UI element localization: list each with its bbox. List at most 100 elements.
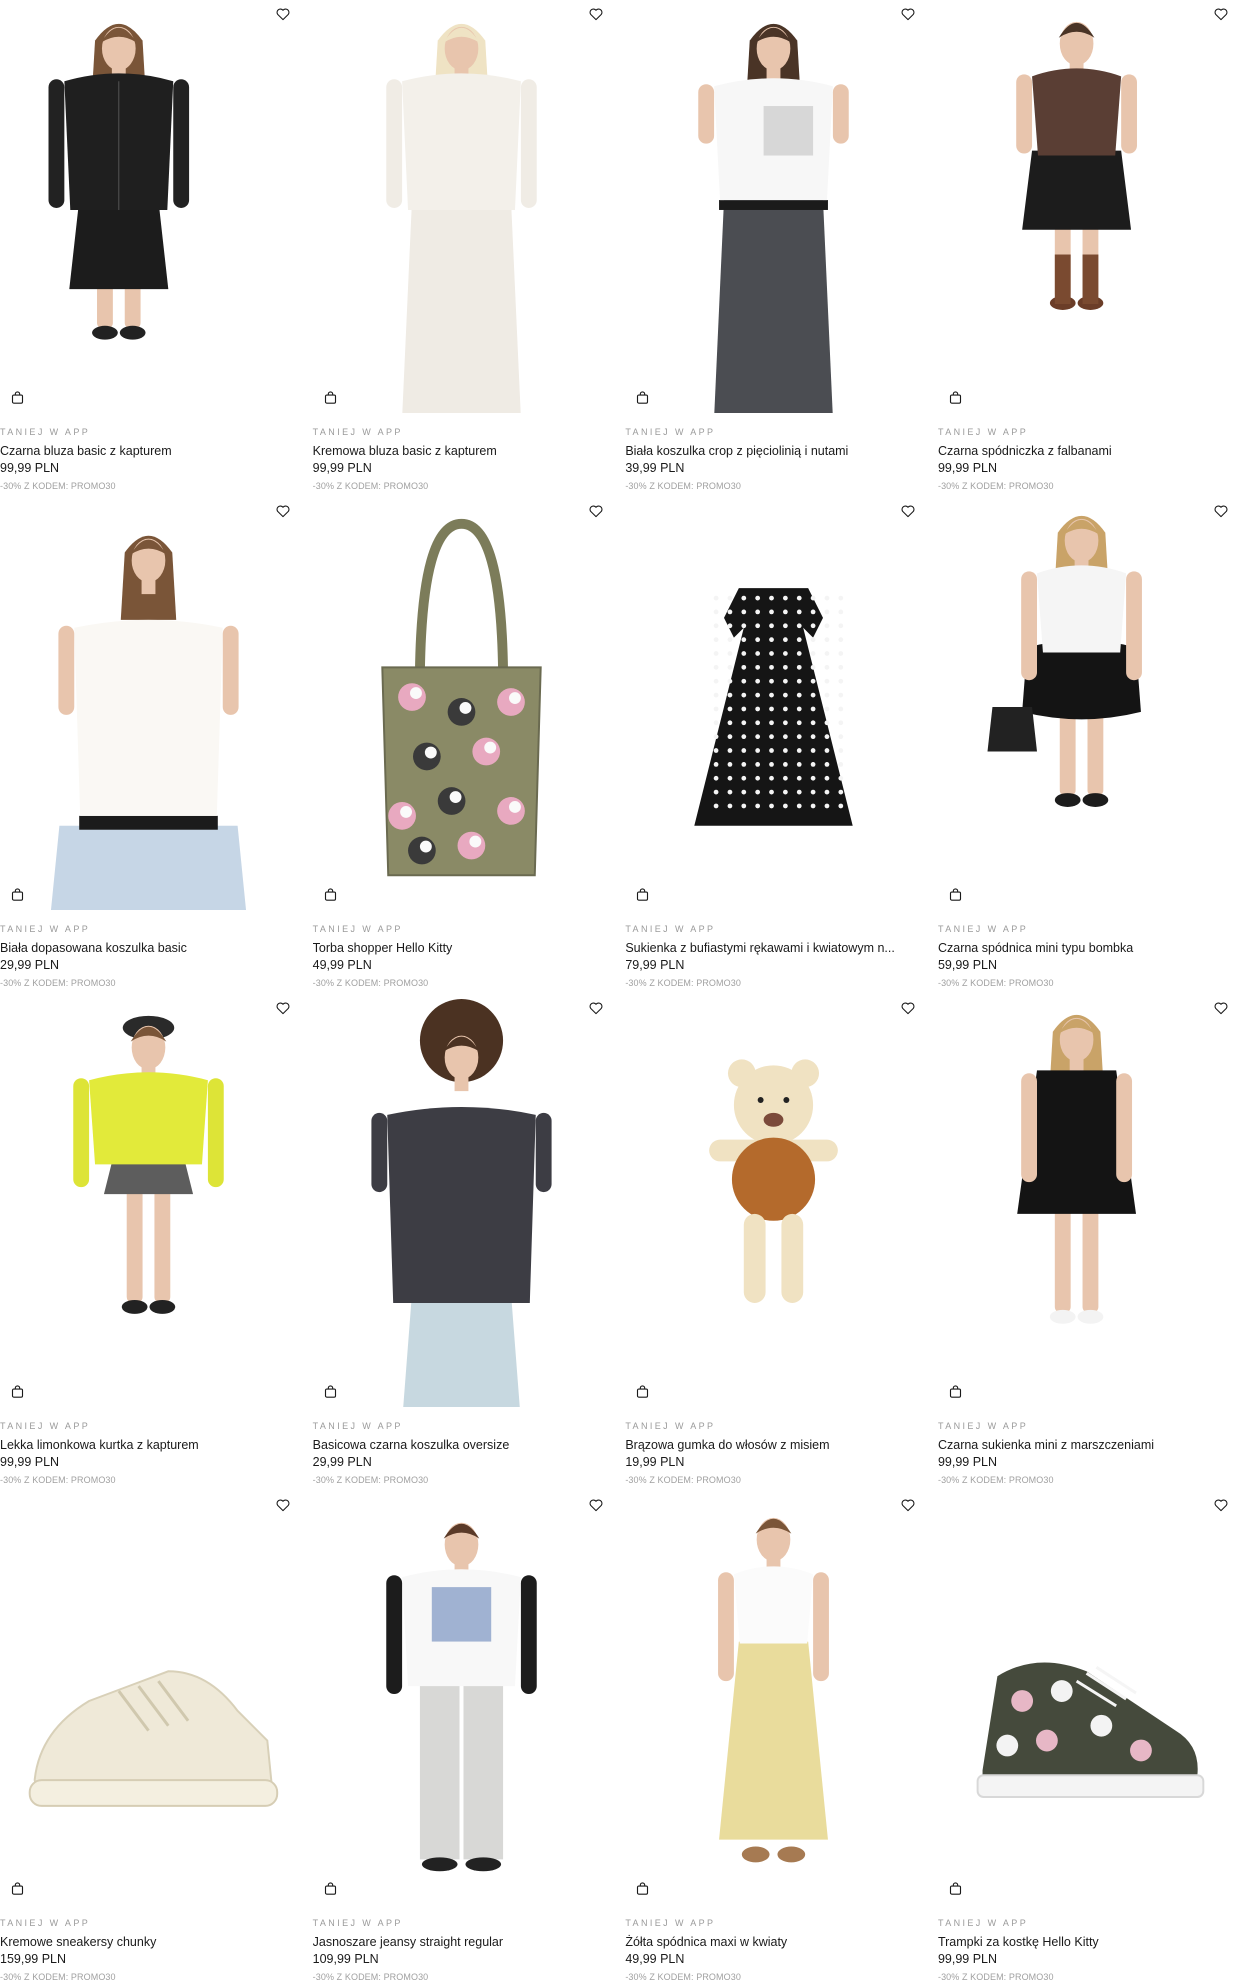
- product-card[interactable]: TANIEJ W APP Lekka limonkowa kurtka z ka…: [0, 994, 297, 1491]
- product-image[interactable]: [0, 497, 297, 910]
- product-info: TANIEJ W APP Czarna spódnica mini typu b…: [938, 910, 1235, 990]
- heart-outline-icon[interactable]: [588, 503, 604, 519]
- shopping-bag-icon[interactable]: [323, 887, 338, 902]
- promo-code-text: -30% Z KODEM: PROMO30: [937, 978, 1054, 988]
- product-name[interactable]: Czarna spódnica mini typu bombka: [938, 940, 1235, 957]
- product-info: TANIEJ W APP Czarna spódniczka z falbana…: [938, 413, 1235, 493]
- product-name[interactable]: Brązowa gumka do włosów z misiem: [625, 1437, 922, 1454]
- product-card[interactable]: TANIEJ W APP Czarna bluza basic z kaptur…: [0, 0, 297, 497]
- product-price: 29,99 PLN: [312, 1455, 372, 1469]
- app-promo-tag: TANIEJ W APP: [312, 1421, 403, 1431]
- promo-code-text: -30% Z KODEM: PROMO30: [312, 481, 429, 491]
- shopping-bag-icon[interactable]: [948, 390, 963, 405]
- product-image[interactable]: [937, 497, 1235, 910]
- shopping-bag-icon[interactable]: [635, 390, 650, 405]
- product-image[interactable]: [625, 1491, 923, 1904]
- shopping-bag-icon[interactable]: [948, 1881, 963, 1896]
- product-image[interactable]: [625, 0, 923, 413]
- app-promo-tag: TANIEJ W APP: [625, 1918, 716, 1928]
- product-card[interactable]: TANIEJ W APP Czarna sukienka mini z mars…: [937, 994, 1235, 1491]
- product-card[interactable]: TANIEJ W APP Brązowa gumka do włosów z m…: [625, 994, 923, 1491]
- heart-outline-icon[interactable]: [275, 1000, 291, 1016]
- product-photo: [73, 1015, 224, 1314]
- heart-outline-icon[interactable]: [1213, 1497, 1229, 1513]
- heart-outline-icon[interactable]: [588, 1000, 604, 1016]
- heart-outline-icon[interactable]: [900, 6, 916, 22]
- product-name[interactable]: Jasnoszare jeansy straight regular: [313, 1934, 610, 1951]
- product-name[interactable]: Torba shopper Hello Kitty: [313, 940, 610, 957]
- heart-outline-icon[interactable]: [1213, 6, 1229, 22]
- shopping-bag-icon[interactable]: [10, 390, 25, 405]
- product-card[interactable]: TANIEJ W APP Czarna spódniczka z falbana…: [937, 0, 1235, 497]
- product-name[interactable]: Basicowa czarna koszulka oversize: [313, 1437, 610, 1454]
- product-image[interactable]: [937, 0, 1235, 413]
- product-card[interactable]: TANIEJ W APP Żółta spódnica maxi w kwiat…: [625, 1491, 923, 1988]
- app-promo-tag: TANIEJ W APP: [625, 427, 716, 437]
- product-name[interactable]: Lekka limonkowa kurtka z kapturem: [0, 1437, 297, 1454]
- product-name[interactable]: Żółta spódnica maxi w kwiaty: [625, 1934, 922, 1951]
- product-name[interactable]: Kremowe sneakersy chunky: [0, 1934, 297, 1951]
- product-name[interactable]: Czarna sukienka mini z marszczeniami: [938, 1437, 1235, 1454]
- product-name[interactable]: Sukienka z bufiastymi rękawami i kwiatow…: [625, 940, 922, 957]
- product-image[interactable]: [312, 497, 610, 910]
- product-name[interactable]: Czarna spódniczka z falbanami: [938, 443, 1235, 460]
- heart-outline-icon[interactable]: [1213, 1000, 1229, 1016]
- heart-outline-icon[interactable]: [1213, 503, 1229, 519]
- shopping-bag-icon[interactable]: [323, 1881, 338, 1896]
- heart-outline-icon[interactable]: [588, 6, 604, 22]
- product-name[interactable]: Biała koszulka crop z pięciolinią i nuta…: [625, 443, 922, 460]
- product-image[interactable]: [0, 1491, 297, 1904]
- shopping-bag-icon[interactable]: [635, 1384, 650, 1399]
- product-card[interactable]: TANIEJ W APP Jasnoszare jeansy straight …: [312, 1491, 610, 1988]
- heart-outline-icon[interactable]: [900, 1497, 916, 1513]
- product-card[interactable]: TANIEJ W APP Biała koszulka crop z pięci…: [625, 0, 923, 497]
- product-photo: [385, 1522, 537, 1872]
- product-name[interactable]: Czarna bluza basic z kapturem: [0, 443, 297, 460]
- product-photo: [371, 999, 552, 1407]
- product-info: TANIEJ W APP Żółta spódnica maxi w kwiat…: [625, 1904, 922, 1984]
- product-card[interactable]: TANIEJ W APP Biała dopasowana koszulka b…: [0, 497, 297, 994]
- product-card[interactable]: TANIEJ W APP Kremowa bluza basic z kaptu…: [312, 0, 610, 497]
- promo-code-text: -30% Z KODEM: PROMO30: [625, 1972, 741, 1982]
- product-card[interactable]: TANIEJ W APP Kremowe sneakersy chunky 15…: [0, 1491, 297, 1988]
- heart-outline-icon[interactable]: [275, 503, 291, 519]
- product-image[interactable]: [937, 994, 1235, 1407]
- heart-outline-icon[interactable]: [900, 1000, 916, 1016]
- product-price: 39,99 PLN: [625, 461, 685, 475]
- product-image[interactable]: [625, 497, 923, 910]
- product-info: TANIEJ W APP Biała koszulka crop z pięci…: [625, 413, 922, 493]
- shopping-bag-icon[interactable]: [10, 1881, 25, 1896]
- product-photo: [718, 1517, 830, 1863]
- product-image[interactable]: [0, 994, 297, 1407]
- heart-outline-icon[interactable]: [900, 503, 916, 519]
- shopping-bag-icon[interactable]: [10, 887, 25, 902]
- shopping-bag-icon[interactable]: [948, 1384, 963, 1399]
- app-promo-tag: TANIEJ W APP: [0, 1421, 91, 1431]
- product-image[interactable]: [312, 1491, 610, 1904]
- app-promo-tag: TANIEJ W APP: [0, 1918, 91, 1928]
- product-name[interactable]: Biała dopasowana koszulka basic: [0, 940, 297, 957]
- heart-outline-icon[interactable]: [275, 6, 291, 22]
- heart-outline-icon[interactable]: [588, 1497, 604, 1513]
- product-image[interactable]: [625, 994, 923, 1407]
- product-card[interactable]: TANIEJ W APP Czarna spódnica mini typu b…: [937, 497, 1235, 994]
- product-name[interactable]: Kremowa bluza basic z kapturem: [313, 443, 610, 460]
- product-card[interactable]: TANIEJ W APP Torba shopper Hello Kitty 4…: [312, 497, 610, 994]
- shopping-bag-icon[interactable]: [323, 1384, 338, 1399]
- heart-outline-icon[interactable]: [275, 1497, 291, 1513]
- app-promo-tag: TANIEJ W APP: [312, 1918, 403, 1928]
- product-image[interactable]: [312, 0, 610, 413]
- shopping-bag-icon[interactable]: [635, 887, 650, 902]
- shopping-bag-icon[interactable]: [10, 1384, 25, 1399]
- product-photo: [28, 1670, 279, 1807]
- product-card[interactable]: TANIEJ W APP Basicowa czarna koszulka ov…: [312, 994, 610, 1491]
- shopping-bag-icon[interactable]: [948, 887, 963, 902]
- product-image[interactable]: [937, 1491, 1235, 1904]
- shopping-bag-icon[interactable]: [323, 390, 338, 405]
- shopping-bag-icon[interactable]: [635, 1881, 650, 1896]
- product-card[interactable]: TANIEJ W APP Trampki za kostkę Hello Kit…: [937, 1491, 1235, 1988]
- product-image[interactable]: [0, 0, 297, 413]
- product-name[interactable]: Trampki za kostkę Hello Kitty: [938, 1934, 1235, 1951]
- product-card[interactable]: TANIEJ W APP Sukienka z bufiastymi rękaw…: [625, 497, 923, 994]
- product-image[interactable]: [312, 994, 610, 1407]
